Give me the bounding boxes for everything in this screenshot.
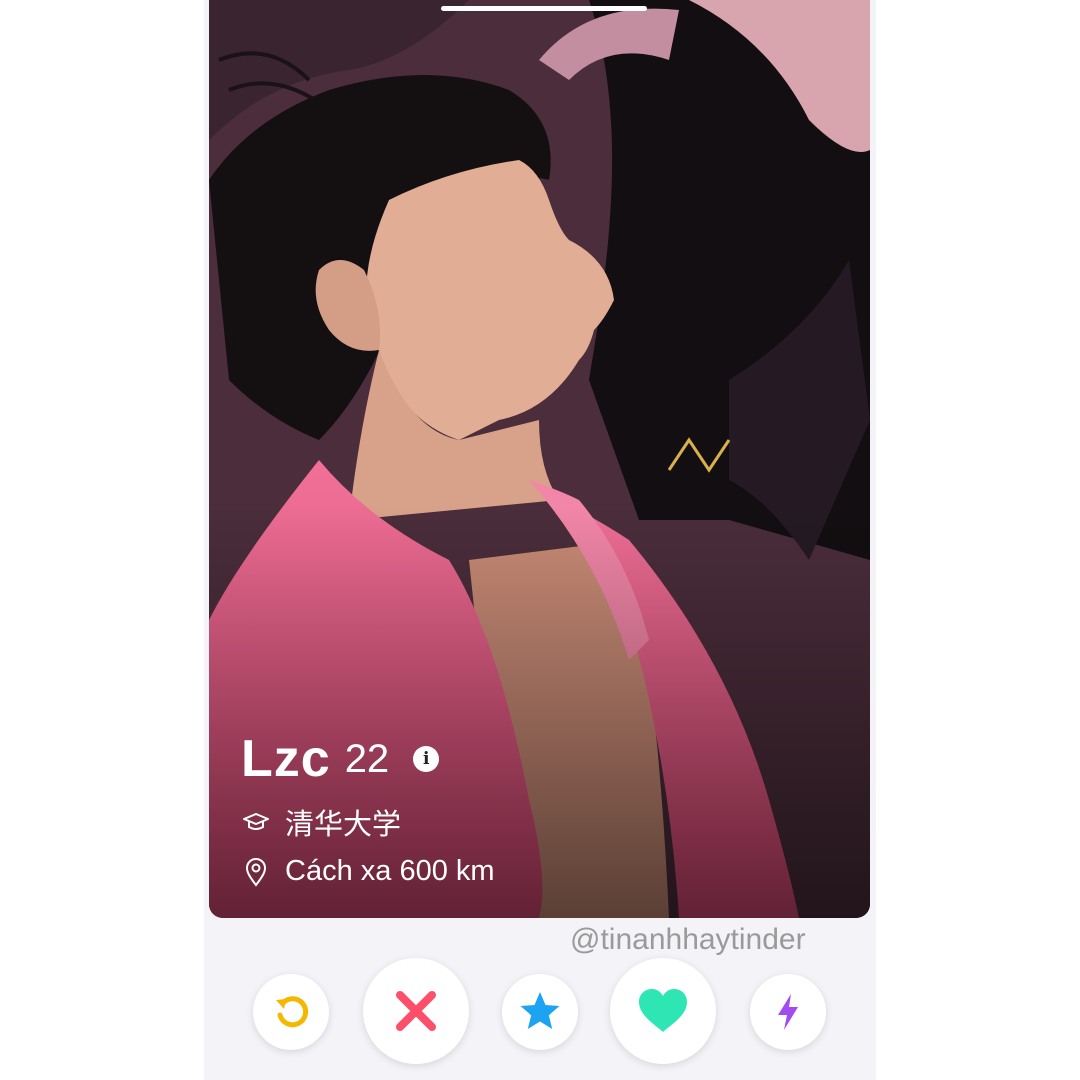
- heart-icon: [639, 989, 687, 1032]
- info-icon[interactable]: i: [413, 746, 440, 772]
- like-button[interactable]: [610, 958, 716, 1064]
- rewind-button[interactable]: [253, 974, 329, 1050]
- boost-button[interactable]: [750, 974, 826, 1050]
- graduation-cap-icon: [241, 812, 271, 832]
- location-pin-icon: [241, 857, 271, 887]
- profile-info: Lzc 22 i 清华大学 Cách xa 600 km: [241, 729, 495, 888]
- x-icon: [396, 991, 436, 1031]
- star-icon: [520, 992, 560, 1029]
- rewind-icon: [276, 996, 309, 1028]
- watermark: @tinanhhaytinder: [570, 923, 806, 956]
- super-like-button[interactable]: [502, 974, 578, 1050]
- profile-age: 22: [344, 736, 390, 781]
- school-row: 清华大学: [241, 801, 495, 843]
- bolt-icon: [778, 994, 798, 1030]
- nope-button[interactable]: [363, 958, 469, 1064]
- photo-progress-indicator: [441, 6, 647, 11]
- school-name: 清华大学: [285, 809, 402, 841]
- name-row: Lzc 22 i: [241, 729, 495, 789]
- distance-row: Cách xa 600 km: [241, 855, 495, 888]
- distance-text: Cách xa 600 km: [285, 855, 495, 887]
- profile-name: Lzc: [241, 730, 331, 788]
- profile-card[interactable]: Lzc 22 i 清华大学 Cách xa 600 km: [209, 0, 870, 918]
